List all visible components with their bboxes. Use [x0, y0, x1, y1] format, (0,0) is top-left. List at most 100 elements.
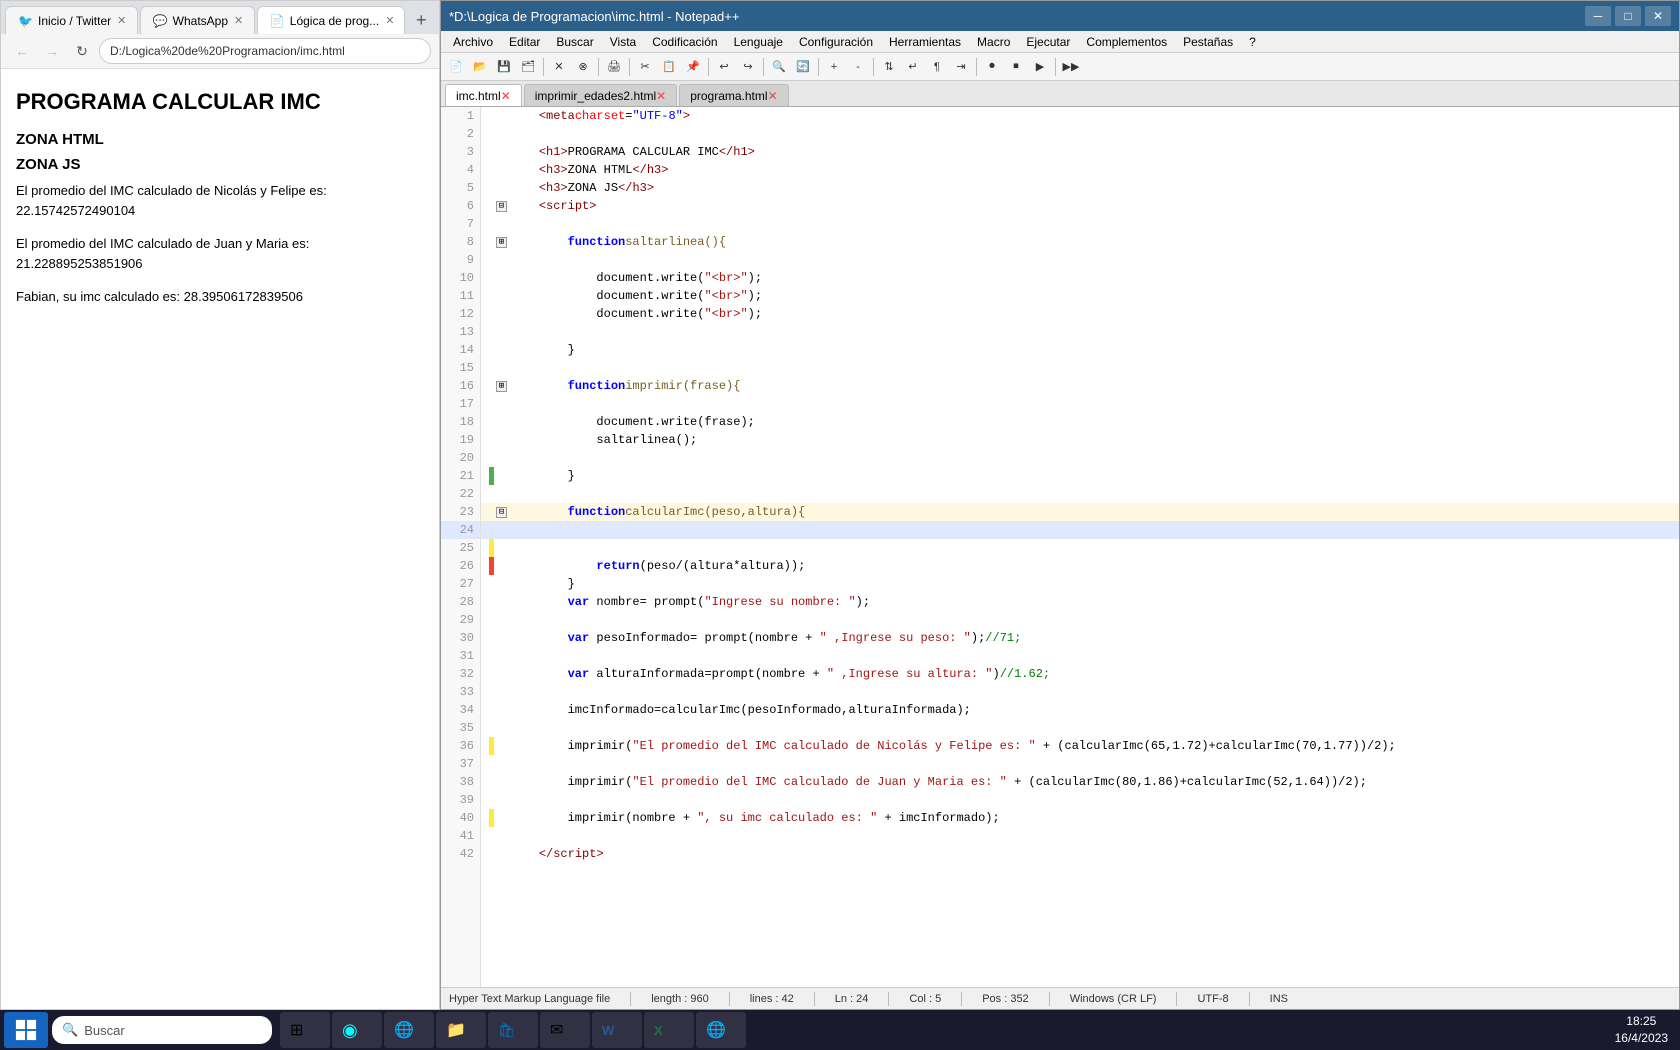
- tool-run[interactable]: ▶▶: [1060, 56, 1082, 78]
- zone-html-heading: ZONA HTML: [16, 131, 424, 148]
- address-bar-text: D:/Logica%20de%20Programacion/imc.html: [110, 44, 345, 58]
- refresh-button[interactable]: ↻: [69, 38, 95, 64]
- code-line-6: ⊟ <script>: [481, 197, 1679, 215]
- browser-tab-twitter-close[interactable]: ✕: [117, 14, 126, 27]
- minimize-button[interactable]: ─: [1585, 6, 1611, 26]
- tool-replace[interactable]: 🔄: [792, 56, 814, 78]
- menu-configuracion[interactable]: Configuración: [791, 31, 881, 53]
- new-tab-button[interactable]: +: [407, 6, 435, 34]
- tool-indent[interactable]: ⇥: [950, 56, 972, 78]
- tool-macro-stop[interactable]: ⏹: [1005, 56, 1027, 78]
- menu-ejecutar[interactable]: Ejecutar: [1018, 31, 1078, 53]
- tool-close-all[interactable]: ⊗: [572, 56, 594, 78]
- tool-cut[interactable]: ✂: [634, 56, 656, 78]
- tool-save-all[interactable]: 🗂: [517, 56, 539, 78]
- tool-close[interactable]: ✕: [548, 56, 570, 78]
- code-line-2: [481, 125, 1679, 143]
- code-editor-area[interactable]: <meta charset="UTF-8"> <h1>PROGRAMA CALC…: [481, 107, 1679, 987]
- taskview-icon: ⊞: [290, 1020, 303, 1040]
- statusbar-encoding: UTF-8: [1197, 993, 1228, 1005]
- code-line-31: [481, 647, 1679, 665]
- toolbar-sep7: [873, 58, 874, 76]
- notepad-toolbar: 📄 📂 💾 🗂 ✕ ⊗ 🖨 ✂ 📋 📌 ↩ ↪ 🔍 🔄 + - ⇅ ↵ ¶ ⇥ …: [441, 53, 1679, 81]
- menu-buscar[interactable]: Buscar: [548, 31, 601, 53]
- taskbar-app-mail[interactable]: ✉: [540, 1012, 590, 1048]
- browser-tabs-bar: 🐦 Inicio / Twitter ✕ 💬 WhatsApp ✕ 📄 Lógi…: [1, 1, 439, 34]
- code-line-30: var pesoInformado= prompt(nombre + " ,In…: [481, 629, 1679, 647]
- back-button[interactable]: ←: [9, 38, 35, 64]
- tool-new[interactable]: 📄: [445, 56, 467, 78]
- notepad-document-tabs: imc.html ✕ imprimir_edades2.html ✕ progr…: [441, 81, 1679, 107]
- menu-complementos[interactable]: Complementos: [1078, 31, 1175, 53]
- doc-tab-imprimir[interactable]: imprimir_edades2.html ✕: [524, 84, 677, 106]
- taskbar-app-fileexplorer[interactable]: 📁: [436, 1012, 486, 1048]
- address-bar[interactable]: D:/Logica%20de%20Programacion/imc.html: [99, 38, 431, 64]
- taskbar-app-chrome[interactable]: 🌐: [696, 1012, 746, 1048]
- doc-tab-imprimir-label: imprimir_edades2.html: [535, 89, 656, 103]
- taskbar-app-store[interactable]: 🛍: [488, 1012, 538, 1048]
- code-line-42: </script>: [481, 845, 1679, 863]
- taskbar-search-box[interactable]: 🔍 Buscar: [52, 1016, 272, 1044]
- taskview-button[interactable]: ⊞: [280, 1012, 330, 1048]
- statusbar-sep2: [729, 992, 730, 1006]
- tool-zoom-out[interactable]: -: [847, 56, 869, 78]
- code-line-18: document.write(frase);: [481, 413, 1679, 431]
- taskbar-app-excel[interactable]: X: [644, 1012, 694, 1048]
- browser-tab-twitter[interactable]: 🐦 Inicio / Twitter ✕: [5, 6, 138, 34]
- tool-open[interactable]: 📂: [469, 56, 491, 78]
- tool-save[interactable]: 💾: [493, 56, 515, 78]
- menu-herramientas[interactable]: Herramientas: [881, 31, 969, 53]
- tool-print[interactable]: 🖨: [603, 56, 625, 78]
- start-button[interactable]: [4, 1012, 48, 1048]
- output-line3: Fabian, su imc calculado es: 28.39506172…: [16, 287, 424, 307]
- forward-button[interactable]: →: [39, 38, 65, 64]
- browser-tab-whatsapp-close[interactable]: ✕: [234, 14, 243, 27]
- toolbar-sep3: [629, 58, 630, 76]
- tool-find[interactable]: 🔍: [768, 56, 790, 78]
- tool-macro-rec[interactable]: ⏺: [981, 56, 1003, 78]
- menu-lenguaje[interactable]: Lenguaje: [726, 31, 791, 53]
- zone-js-heading: ZONA JS: [16, 156, 424, 173]
- page-main-title: PROGRAMA CALCULAR IMC: [16, 89, 424, 115]
- taskbar-app-word[interactable]: W: [592, 1012, 642, 1048]
- tool-redo[interactable]: ↪: [737, 56, 759, 78]
- tool-paste[interactable]: 📌: [682, 56, 704, 78]
- store-icon: 🛍: [498, 1022, 516, 1039]
- menu-vista[interactable]: Vista: [602, 31, 644, 53]
- toolbar-sep1: [543, 58, 544, 76]
- menu-pestanas[interactable]: Pestañas: [1175, 31, 1241, 53]
- menu-help[interactable]: ?: [1241, 31, 1264, 53]
- browser-tab-whatsapp[interactable]: 💬 WhatsApp ✕: [140, 6, 255, 34]
- taskbar-app-cortana[interactable]: ◉: [332, 1012, 382, 1048]
- tool-sync-scroll[interactable]: ⇅: [878, 56, 900, 78]
- doc-tab-programa[interactable]: programa.html ✕: [679, 84, 788, 106]
- browser-tab-logica[interactable]: 📄 Lógica de prog... ✕: [257, 6, 406, 34]
- doc-tab-programa-modified: ✕: [768, 89, 778, 103]
- tool-copy[interactable]: 📋: [658, 56, 680, 78]
- notepad-titlebar: *D:\Logica de Programacion\imc.html - No…: [441, 1, 1679, 31]
- tool-macro-play[interactable]: ▶: [1029, 56, 1051, 78]
- notepad-window: *D:\Logica de Programacion\imc.html - No…: [440, 0, 1680, 1010]
- statusbar-length: length : 960: [651, 993, 709, 1005]
- menu-codificacion[interactable]: Codificación: [644, 31, 725, 53]
- close-button[interactable]: ✕: [1645, 6, 1671, 26]
- tool-all-chars[interactable]: ¶: [926, 56, 948, 78]
- menu-editar[interactable]: Editar: [501, 31, 548, 53]
- menu-archivo[interactable]: Archivo: [445, 31, 501, 53]
- tool-word-wrap[interactable]: ↵: [902, 56, 924, 78]
- maximize-button[interactable]: □: [1615, 6, 1641, 26]
- output-line2: El promedio del IMC calculado de Juan y …: [16, 234, 424, 273]
- doc-tab-imc[interactable]: imc.html ✕: [445, 84, 522, 106]
- taskbar-app-edge[interactable]: 🌐: [384, 1012, 434, 1048]
- code-line-11: document.write("<br>");: [481, 287, 1679, 305]
- doc-tab-imprimir-modified: ✕: [656, 89, 666, 103]
- browser-tab-logica-close[interactable]: ✕: [385, 14, 394, 27]
- browser-tab-whatsapp-label: WhatsApp: [173, 14, 228, 28]
- menu-macro[interactable]: Macro: [969, 31, 1018, 53]
- code-line-38: imprimir("El promedio del IMC calculado …: [481, 773, 1679, 791]
- tool-zoom-in[interactable]: +: [823, 56, 845, 78]
- tool-undo[interactable]: ↩: [713, 56, 735, 78]
- toolbar-sep4: [708, 58, 709, 76]
- code-line-15: [481, 359, 1679, 377]
- code-line-34: imcInformado=calcularImc(pesoInformado,a…: [481, 701, 1679, 719]
